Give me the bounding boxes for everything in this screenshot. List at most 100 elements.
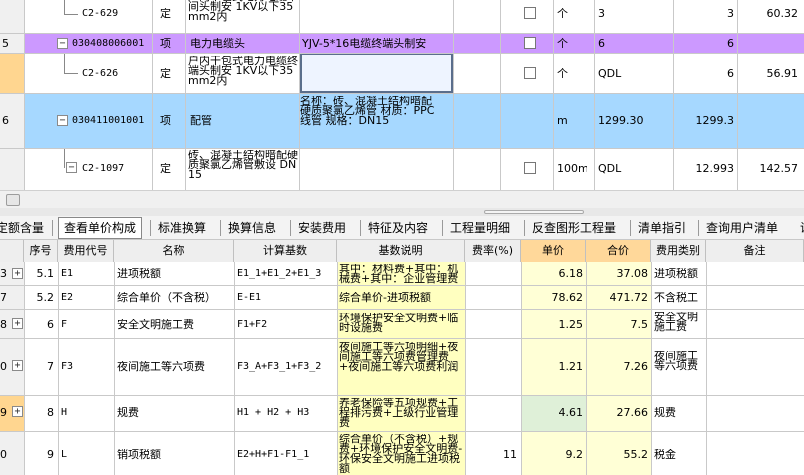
header-name[interactable]: 名称 — [114, 240, 234, 262]
lower-category: 不含税工 — [654, 292, 698, 303]
tab-conversion-info[interactable]: 换算信息 — [228, 217, 276, 239]
upper-type: 项 — [160, 115, 171, 126]
header-seq[interactable]: 序号 — [24, 240, 58, 262]
horizontal-scrollbar[interactable] — [0, 190, 804, 208]
lower-price: 78.62 — [551, 292, 584, 303]
grid-line — [737, 0, 738, 190]
header-base-desc[interactable]: 基数说明 — [337, 240, 465, 262]
upper-type: 定 — [160, 68, 171, 79]
tab-quota-content[interactable]: 定额含量 — [0, 217, 46, 239]
expand-icon[interactable]: + — [12, 318, 23, 329]
grid-line — [0, 285, 804, 286]
lower-rownum: 0 — [0, 449, 7, 460]
header-rate[interactable]: 费率(%) — [465, 240, 521, 262]
grid-line — [234, 262, 235, 475]
lower-base: H1 + H2 + H3 — [237, 407, 310, 418]
lower-rownum: 0 — [0, 361, 7, 372]
upper-name: 户内干包式电力电缆终端头制安 1KV以下35mm2内 — [188, 56, 298, 87]
tab-separator — [150, 220, 151, 236]
splitter[interactable] — [0, 208, 804, 216]
upper-expr: QDL — [598, 163, 622, 174]
upper-qty: 1299.3 — [695, 115, 735, 126]
upper-rownum-3: 6 — [2, 115, 9, 126]
splitter-grip[interactable] — [484, 210, 584, 214]
tab-query-user-bill[interactable]: 查询用户清单 — [706, 217, 778, 239]
tab-quantity-detail[interactable]: 工程量明细 — [450, 217, 510, 239]
lower-price[interactable]: 4.61 — [523, 407, 584, 418]
lower-code: E2 — [61, 292, 74, 303]
scrollbar-thumb[interactable] — [6, 194, 20, 206]
lower-desc: 综合单价-进项税额 — [339, 292, 431, 303]
grid-line — [0, 33, 804, 34]
grid-line — [0, 395, 804, 396]
expand-icon[interactable]: + — [12, 268, 23, 279]
lower-desc: 综合单价（不含税）+规费+环境保护安全文明费-环保安全文明施工进项税额 — [339, 434, 463, 474]
row-checkbox[interactable] — [524, 7, 536, 19]
grid-line — [651, 262, 652, 475]
upper-type: 定 — [160, 8, 171, 19]
upper-type: 定 — [160, 163, 171, 174]
lower-category: 税金 — [654, 449, 676, 460]
upper-expr: QDL — [598, 68, 622, 79]
lower-rownum: 9 — [0, 407, 7, 418]
lower-base: F1+F2 — [237, 319, 268, 330]
lower-rownum: 7 — [0, 292, 7, 303]
tab-more[interactable]: 说 — [800, 217, 804, 239]
header-unit-price[interactable]: 单价 — [521, 240, 586, 262]
lower-desc: 夜间施工等六项明细+夜间施工等六项费管理费+夜间施工等六项费利润 — [339, 342, 459, 373]
upper-rownum-1: 5 — [2, 38, 9, 49]
collapse-icon[interactable]: − — [57, 38, 68, 49]
lower-category: 进项税额 — [654, 268, 698, 279]
expand-icon[interactable]: + — [12, 360, 23, 371]
grid-line — [299, 0, 300, 190]
feature-edit-cell[interactable] — [300, 53, 453, 93]
upper-price: 60.32 — [766, 8, 799, 19]
lower-name: 规费 — [117, 407, 139, 418]
tab-standard-conversion[interactable]: 标准换算 — [158, 217, 206, 239]
upper-code: 030408006001 — [72, 38, 145, 49]
tab-installation-fee[interactable]: 安装费用 — [298, 217, 346, 239]
header-fee-code[interactable]: 费用代号 — [58, 240, 114, 262]
upper-code: 030411001001 — [72, 115, 145, 126]
lower-name: 销项税额 — [117, 449, 161, 460]
row-checkbox[interactable] — [524, 37, 536, 49]
upper-grid: 5 6 C2-629 定 户内干包式电力电缆中间头制安 1KV以下35mm2内 … — [0, 0, 804, 190]
expand-icon[interactable]: + — [12, 406, 23, 417]
upper-code: C2-1097 — [82, 163, 125, 174]
lower-total: 7.5 — [630, 319, 649, 330]
row-checkbox[interactable] — [524, 67, 536, 79]
lower-total: 27.66 — [616, 407, 649, 418]
lower-category: 规费 — [654, 407, 676, 418]
grid-line — [500, 0, 501, 190]
tab-bill-guide[interactable]: 清单指引 — [638, 217, 686, 239]
tab-reverse-check[interactable]: 反查图形工程量 — [532, 217, 616, 239]
grid-line — [24, 262, 25, 475]
tree-line — [64, 14, 78, 15]
grid-line — [0, 309, 804, 310]
header-note[interactable]: 备注 — [706, 240, 804, 262]
header-total[interactable]: 合价 — [586, 240, 651, 262]
lower-total: 37.08 — [616, 268, 649, 279]
grid-line — [0, 53, 804, 54]
header-fee-category[interactable]: 费用类别 — [651, 240, 706, 262]
lower-rate: 11 — [503, 449, 517, 460]
grid-line — [0, 338, 804, 339]
row-header-current — [0, 53, 24, 93]
upper-name: 电力电缆头 — [190, 38, 245, 49]
collapse-icon[interactable]: − — [57, 115, 68, 126]
upper-price: 142.57 — [759, 163, 799, 174]
lower-price: 9.2 — [565, 449, 584, 460]
grid-line — [553, 0, 554, 190]
grid-line — [185, 0, 186, 190]
upper-price: 56.91 — [766, 68, 799, 79]
tab-unit-price-composition[interactable]: 查看单价构成 — [64, 217, 136, 239]
grid-line — [465, 262, 466, 475]
tab-features-content[interactable]: 特征及内容 — [368, 217, 428, 239]
lower-total: 55.2 — [623, 449, 649, 460]
collapse-icon[interactable]: − — [66, 162, 77, 173]
tab-separator — [52, 220, 53, 236]
lower-seq: 7 — [47, 361, 54, 372]
row-checkbox[interactable] — [524, 162, 536, 174]
lower-base: E1_1+E1_2+E1_3 — [237, 268, 322, 279]
header-calc-base[interactable]: 计算基数 — [234, 240, 337, 262]
